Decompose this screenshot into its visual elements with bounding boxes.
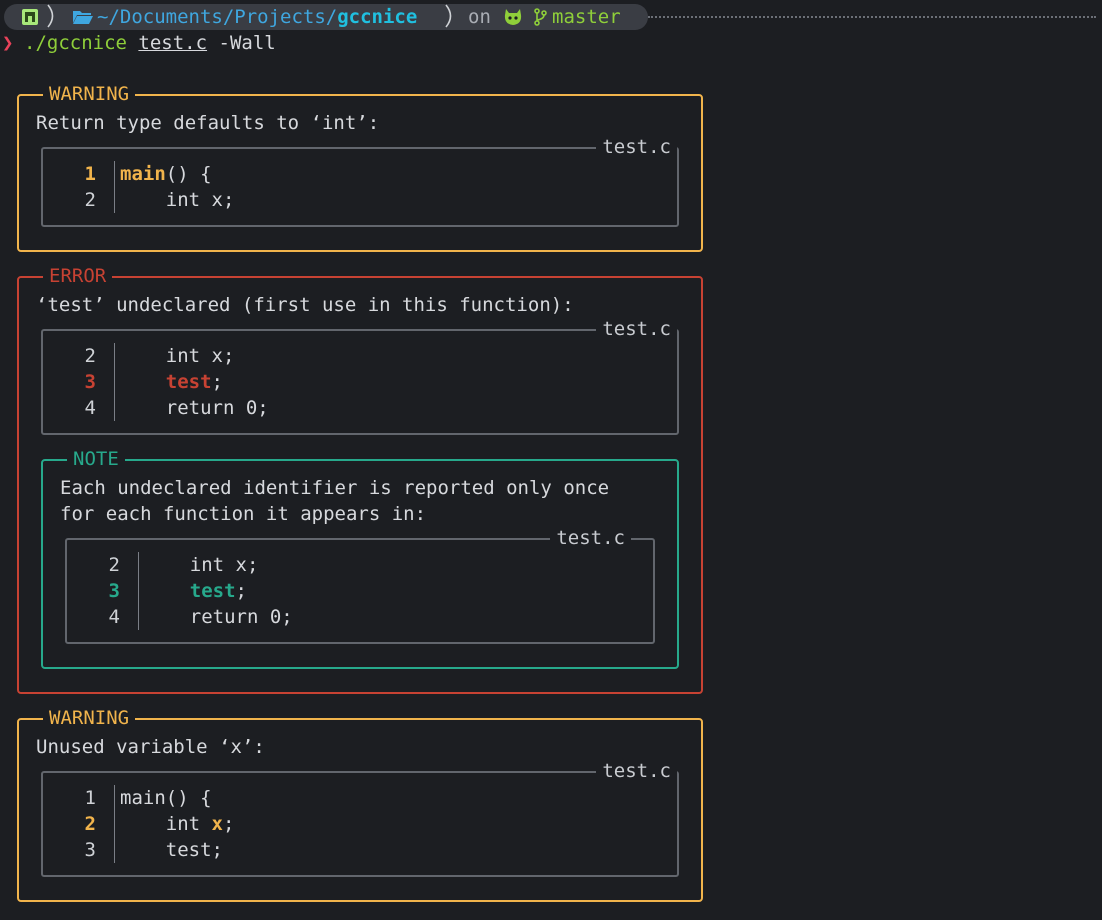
- line-gutter: [114, 343, 115, 421]
- command-line[interactable]: ./gccnice test.c -Wall: [24, 30, 276, 56]
- code-line: test;: [120, 369, 223, 395]
- line-number: 1: [84, 787, 96, 809]
- line-number: 1: [84, 163, 96, 185]
- prompt-path-prefix: ~/Documents/Projects/: [97, 6, 338, 28]
- line-gutter: [114, 785, 115, 863]
- code-highlight: x: [211, 813, 223, 835]
- line-number: 2: [108, 554, 120, 576]
- prompt-path-dir: gccnice: [337, 6, 418, 28]
- warning-label: WARNING: [43, 81, 136, 107]
- command-name: ./gccnice: [24, 32, 127, 54]
- code-line: int x;: [120, 811, 235, 837]
- code-line: main() {: [120, 161, 212, 187]
- warning-label: WARNING: [43, 705, 136, 731]
- code-line: int x;: [144, 554, 259, 576]
- note-message: Each undeclared identifier is reported o…: [60, 477, 610, 499]
- code-highlight: test: [189, 580, 236, 602]
- code-line: return 0;: [144, 606, 293, 628]
- github-icon: [504, 9, 522, 25]
- warning-box-2: WARNING Unused variable ‘x’: test.c 1 2 …: [17, 705, 703, 902]
- code-line: int x;: [120, 345, 235, 367]
- code-snippet: test.c 2 3 4 int x; test; return 0;: [41, 316, 679, 435]
- segment-separator-icon: [445, 4, 452, 28]
- line-number: 3: [108, 580, 120, 602]
- command-arg-flag: -Wall: [218, 32, 276, 54]
- folder-icon: [73, 11, 93, 24]
- line-number: 2: [84, 189, 96, 211]
- line-number: 4: [84, 397, 96, 419]
- code-text: ;: [222, 813, 235, 835]
- code-file-name: test.c: [596, 758, 677, 784]
- line-number: 4: [108, 606, 120, 628]
- code-highlight: test: [165, 371, 212, 393]
- code-line: int x;: [120, 189, 235, 211]
- code-snippet: test.c 2 3 4 int x; test; return 0;: [65, 525, 655, 644]
- segment-separator-icon: [47, 4, 54, 28]
- editor-icon: [22, 9, 38, 25]
- prompt-chevron: ❯: [2, 32, 14, 54]
- line-number: 2: [84, 345, 96, 367]
- code-text: ;: [211, 371, 223, 393]
- code-text: ;: [235, 580, 247, 602]
- prompt-path[interactable]: ~/Documents/Projects/gccnice: [97, 4, 417, 30]
- prompt-branch: master: [552, 6, 621, 28]
- code-snippet: test.c 1 2 3 main() { int x; test;: [41, 758, 679, 877]
- prompt-on-label: on: [468, 6, 491, 28]
- error-box: ERROR ‘test’ undeclared (first use in th…: [17, 263, 703, 694]
- code-file-name: test.c: [550, 525, 631, 551]
- code-file-name: test.c: [596, 134, 677, 160]
- code-line: return 0;: [120, 397, 269, 419]
- code-highlight: main: [120, 163, 166, 185]
- line-number: 3: [84, 839, 96, 861]
- line-number: 3: [84, 371, 96, 393]
- git-branch-icon: [534, 8, 547, 26]
- code-line: main() {: [120, 787, 212, 809]
- code-text: int: [120, 813, 212, 835]
- line-gutter: [114, 161, 115, 213]
- note-box: NOTE Each undeclared identifier is repor…: [41, 446, 679, 669]
- code-text: () {: [165, 163, 212, 185]
- warning-message: Return type defaults to ‘int’:: [36, 112, 380, 134]
- line-gutter: [138, 552, 139, 630]
- error-message: ‘test’ undeclared (first use in this fun…: [36, 294, 574, 316]
- command-arg-file: test.c: [138, 32, 208, 54]
- code-snippet: test.c 1 2 main() { int x;: [41, 134, 679, 227]
- code-line: test;: [120, 839, 223, 861]
- note-label: NOTE: [67, 446, 125, 472]
- line-number: 2: [84, 813, 96, 835]
- warning-box-1: WARNING Return type defaults to ‘int’: t…: [17, 81, 703, 252]
- prompt-fill-dots: [648, 16, 1096, 18]
- code-file-name: test.c: [596, 316, 677, 342]
- note-message: for each function it appears in:: [60, 503, 427, 525]
- code-line: test;: [144, 578, 247, 604]
- warning-message: Unused variable ‘x’:: [36, 736, 265, 758]
- error-label: ERROR: [43, 263, 113, 289]
